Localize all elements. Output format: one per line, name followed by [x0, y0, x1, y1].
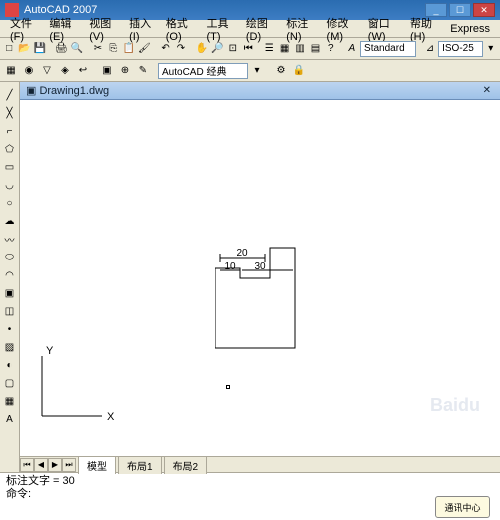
- layer-props-icon[interactable]: ▦: [2, 62, 20, 80]
- dim-10: 10: [224, 261, 236, 272]
- block-edit-icon[interactable]: ✎: [134, 62, 152, 80]
- zoom-win-icon[interactable]: ⊡: [226, 40, 240, 58]
- ellipse-icon[interactable]: ⬭: [2, 249, 18, 265]
- line-icon[interactable]: ╱: [2, 87, 18, 103]
- doc-icon: ▣: [26, 84, 39, 97]
- region-icon[interactable]: ▢: [2, 375, 18, 391]
- tab-next-icon[interactable]: ▶: [48, 458, 62, 472]
- circle-icon[interactable]: ○: [2, 195, 18, 211]
- document-tab[interactable]: ▣ Drawing1.dwg ✕: [20, 82, 500, 100]
- tab-prev-icon[interactable]: ◀: [34, 458, 48, 472]
- sheet-icon[interactable]: ▤: [308, 40, 322, 58]
- dim-20: 20: [236, 248, 248, 259]
- tab-layout2[interactable]: 布局2: [164, 456, 208, 474]
- ucs-icon: X Y: [32, 336, 122, 426]
- rect-icon[interactable]: ▭: [2, 159, 18, 175]
- paste-icon[interactable]: 📋: [122, 40, 136, 58]
- doc-title: Drawing1.dwg: [39, 85, 109, 97]
- insert-block-icon[interactable]: ▣: [2, 285, 18, 301]
- maximize-button[interactable]: ☐: [449, 3, 471, 17]
- copy-icon[interactable]: ⎘: [106, 40, 120, 58]
- print-icon[interactable]: 🖨: [54, 40, 69, 58]
- arc-icon[interactable]: ◡: [2, 177, 18, 193]
- close-button[interactable]: ✕: [473, 3, 495, 17]
- dimstyle-dropdown[interactable]: ISO-25: [438, 41, 482, 57]
- drawing-canvas[interactable]: 20 10 30 X Y Baidu: [20, 100, 500, 456]
- preview-icon[interactable]: 🔍: [70, 40, 84, 58]
- table-icon[interactable]: ▦: [2, 393, 18, 409]
- command-line[interactable]: 标注文字 = 30 命令:: [0, 472, 500, 500]
- make-block-icon[interactable]: ◫: [2, 303, 18, 319]
- canvas-wrap: ▣ Drawing1.dwg ✕ 20 10 30: [20, 82, 500, 472]
- layer-filter-icon[interactable]: ▽: [38, 62, 56, 80]
- axis-y: Y: [46, 345, 54, 357]
- workspace-dropdown[interactable]: AutoCAD 经典: [158, 63, 248, 79]
- point-marker: [226, 385, 230, 389]
- open-icon[interactable]: 📂: [17, 40, 31, 58]
- mtext-icon[interactable]: A: [2, 411, 18, 427]
- tab-layout1[interactable]: 布局1: [118, 456, 162, 474]
- drawing-shape: 20 10 30: [215, 238, 315, 358]
- match-icon[interactable]: 🖌: [137, 40, 152, 58]
- cut-icon[interactable]: ✂: [91, 40, 105, 58]
- tab-last-icon[interactable]: ⏭: [62, 458, 76, 472]
- menubar: 文件(F) 编辑(E) 视图(V) 插入(I) 格式(O) 工具(T) 绘图(D…: [0, 20, 500, 38]
- save-icon[interactable]: 💾: [33, 40, 47, 58]
- block-icon[interactable]: ▣: [98, 62, 116, 80]
- content-area: ╱ ╳ ⌐ ⬠ ▭ ◡ ○ ☁ 〰 ⬭ ◠ ▣ ◫ • ▨ ◐ ▢ ▦ A ▣ …: [0, 82, 500, 472]
- layer-prev-icon[interactable]: ↩: [74, 62, 92, 80]
- model-tabs: ⏮ ◀ ▶ ⏭ 模型 布局1 布局2: [20, 456, 500, 472]
- tab-model[interactable]: 模型: [78, 456, 116, 474]
- cmd-history: 标注文字 = 30: [6, 475, 494, 488]
- polygon-icon[interactable]: ⬠: [2, 141, 18, 157]
- draw-toolbar: ╱ ╳ ⌐ ⬠ ▭ ◡ ○ ☁ 〰 ⬭ ◠ ▣ ◫ • ▨ ◐ ▢ ▦ A: [0, 82, 20, 472]
- layer-iso-icon[interactable]: ◈: [56, 62, 74, 80]
- cmd-prompt: 命令:: [6, 488, 494, 501]
- dim-30: 30: [254, 261, 266, 272]
- watermark: Baidu: [430, 395, 480, 416]
- insert-icon[interactable]: ⊕: [116, 62, 134, 80]
- ellipse-arc-icon[interactable]: ◠: [2, 267, 18, 283]
- tab-first-icon[interactable]: ⏮: [20, 458, 34, 472]
- point-icon[interactable]: •: [2, 321, 18, 337]
- redo-icon[interactable]: ↷: [174, 40, 188, 58]
- toolbar-layers: ▦ ◉ ▽ ◈ ↩ ▣ ⊕ ✎ AutoCAD 经典 ▾ ⚙ 🔒: [0, 60, 500, 82]
- dimstyle-icon[interactable]: ⊿: [423, 40, 437, 58]
- doc-close-icon[interactable]: ✕: [480, 85, 494, 96]
- gradient-icon[interactable]: ◐: [2, 357, 18, 373]
- textstyle-icon[interactable]: A: [345, 40, 359, 58]
- props-icon[interactable]: ☰: [262, 40, 276, 58]
- dcenter-icon[interactable]: ▦: [277, 40, 291, 58]
- help-icon[interactable]: ?: [324, 40, 338, 58]
- spline-icon[interactable]: 〰: [2, 231, 18, 247]
- zoom-rt-icon[interactable]: 🔎: [210, 40, 224, 58]
- axis-x: X: [107, 411, 115, 423]
- xline-icon[interactable]: ╳: [2, 105, 18, 121]
- dim-dropdown-icon[interactable]: ▾: [484, 40, 498, 58]
- ws-lock-icon[interactable]: 🔒: [290, 62, 308, 80]
- menu-window[interactable]: 窗口(W): [362, 14, 404, 44]
- zoom-prev-icon[interactable]: ⏮: [241, 40, 255, 58]
- comm-center-popup[interactable]: 通讯中心: [435, 496, 490, 518]
- hatch-icon[interactable]: ▨: [2, 339, 18, 355]
- ws-dropdown-icon[interactable]: ▾: [248, 62, 266, 80]
- comm-center-label: 通讯中心: [444, 501, 480, 514]
- undo-icon[interactable]: ↶: [158, 40, 172, 58]
- layer-state-icon[interactable]: ◉: [20, 62, 38, 80]
- ws-settings-icon[interactable]: ⚙: [272, 62, 290, 80]
- style-dropdown[interactable]: Standard: [360, 41, 416, 57]
- toolpal-icon[interactable]: ▥: [293, 40, 307, 58]
- pline-icon[interactable]: ⌐: [2, 123, 18, 139]
- new-icon[interactable]: □: [2, 40, 16, 58]
- revcloud-icon[interactable]: ☁: [2, 213, 18, 229]
- pan-icon[interactable]: ✋: [195, 40, 209, 58]
- menu-express[interactable]: Express: [444, 22, 496, 36]
- toolbar-standard: □ 📂 💾 🖨 🔍 ✂ ⎘ 📋 🖌 ↶ ↷ ✋ 🔎 ⊡ ⏮ ☰ ▦ ▥ ▤ ? …: [0, 38, 500, 60]
